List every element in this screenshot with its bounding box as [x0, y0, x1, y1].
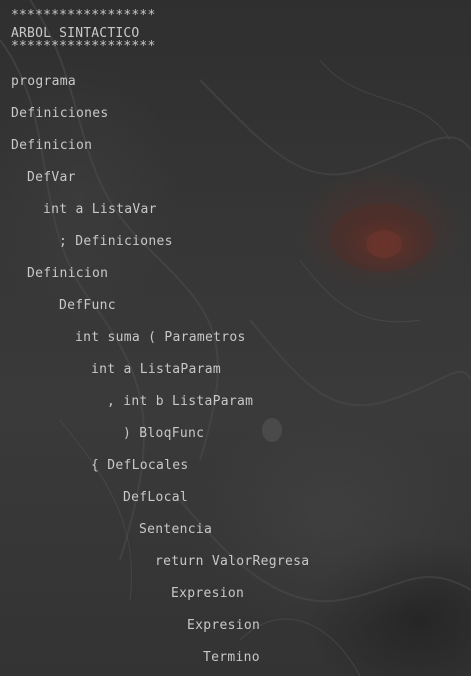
tree-node: DefLocal — [123, 490, 189, 505]
terminal-window: ****************** ARBOL SINTACTICO ****… — [0, 0, 471, 676]
tree-node: Termino — [203, 650, 260, 665]
tree-node: Sentencia — [139, 522, 213, 537]
tree-node: DefFunc — [59, 298, 116, 313]
console-output: ****************** ARBOL SINTACTICO ****… — [0, 0, 471, 676]
tree-node: Definicion — [27, 266, 109, 281]
tree-node: Definicion — [11, 138, 93, 153]
tree-node: return ValorRegresa — [155, 554, 310, 569]
tree-node: { DefLocales — [91, 458, 189, 473]
tree-node: int suma ( Parametros — [75, 330, 246, 345]
tree-node: ) BloqFunc — [123, 426, 205, 441]
tree-node: ; Definiciones — [59, 234, 173, 249]
tree-node: DefVar — [27, 170, 76, 185]
tree-node: Expresion — [187, 618, 261, 633]
tree-node: , int b ListaParam — [107, 394, 254, 409]
tree-node: Expresion — [171, 586, 245, 601]
tree-node: int a ListaVar — [43, 202, 157, 217]
header-top-border: ****************** — [11, 8, 156, 23]
tree-node: int a ListaParam — [91, 362, 222, 377]
header-bottom-border: ****************** — [11, 39, 156, 54]
tree-node: programa — [11, 74, 77, 89]
tree-node: Definiciones — [11, 106, 109, 121]
